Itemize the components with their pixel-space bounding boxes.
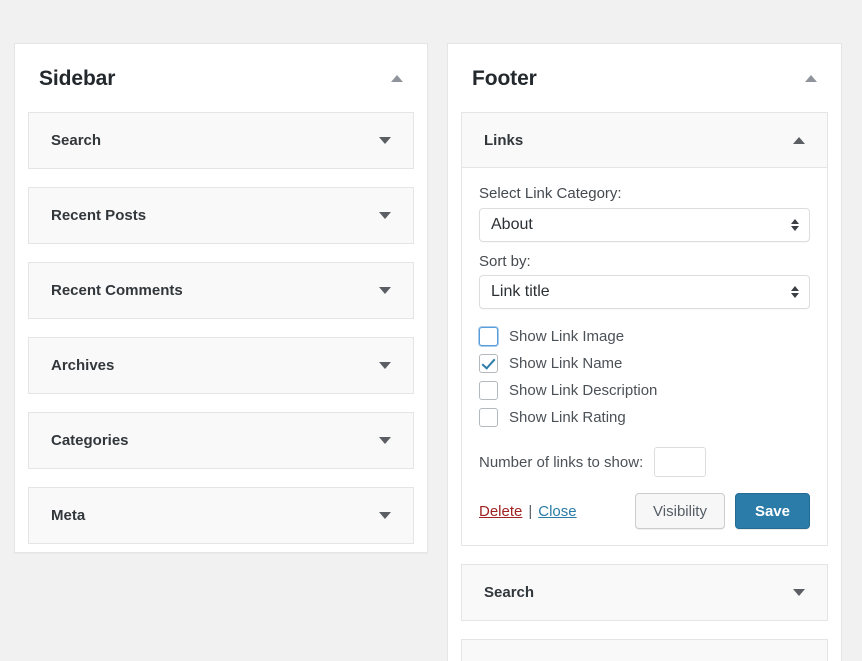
widget-title: Archives xyxy=(51,357,115,374)
footer-panel-title: Footer xyxy=(472,66,537,90)
widget-next-partial-header[interactable] xyxy=(462,640,827,661)
number-of-links-row: Number of links to show: xyxy=(479,447,810,477)
number-of-links-input[interactable] xyxy=(654,447,707,477)
checkbox-row-show-link-name[interactable]: Show Link Name xyxy=(479,350,810,377)
widget-title: Meta xyxy=(51,507,86,524)
sidebar-panel: Sidebar Search Recent Posts Recent Comme… xyxy=(14,43,428,553)
checkbox-row-show-link-image[interactable]: Show Link Image xyxy=(479,323,810,350)
chevron-down-icon[interactable] xyxy=(377,434,393,448)
checkbox-row-show-link-rating[interactable]: Show Link Rating xyxy=(479,404,810,431)
checkbox-show-link-name[interactable] xyxy=(479,354,498,373)
checkbox-row-show-link-description[interactable]: Show Link Description xyxy=(479,377,810,404)
widget-links: Links Select Link Category: About Sort b… xyxy=(461,112,828,546)
footer-panel-header[interactable]: Footer xyxy=(448,44,841,112)
widget-title: Recent Posts xyxy=(51,207,147,224)
sidebar-panel-title: Sidebar xyxy=(39,66,116,90)
widget-search[interactable]: Search xyxy=(28,112,414,169)
widget-search-header[interactable]: Search xyxy=(29,113,413,168)
close-link[interactable]: Close xyxy=(538,503,576,520)
number-of-links-label: Number of links to show: xyxy=(479,453,644,471)
chevron-up-icon[interactable] xyxy=(803,70,819,86)
select-link-category[interactable]: About xyxy=(479,207,810,242)
widget-recent-posts-header[interactable]: Recent Posts xyxy=(29,188,413,243)
widget-links-form: Select Link Category: About Sort by: Lin… xyxy=(462,168,827,545)
checkbox-label[interactable]: Show Link Name xyxy=(509,356,622,371)
chevron-down-icon[interactable] xyxy=(377,359,393,373)
widget-title: Links xyxy=(484,131,524,149)
sort-by-label: Sort by: xyxy=(479,252,531,270)
chevron-down-icon[interactable] xyxy=(377,134,393,148)
widget-footer-search-header[interactable]: Search xyxy=(462,565,827,620)
widget-categories[interactable]: Categories xyxy=(28,412,414,469)
chevron-up-icon[interactable] xyxy=(791,133,807,147)
sidebar-panel-header[interactable]: Sidebar xyxy=(15,44,427,112)
checkbox-label[interactable]: Show Link Description xyxy=(509,383,657,398)
link-display-options: Show Link Image Show Link Name Show Link… xyxy=(479,323,810,431)
checkbox-label[interactable]: Show Link Image xyxy=(509,329,624,344)
widget-next-partial[interactable] xyxy=(461,639,828,661)
select-link-category-value: About xyxy=(491,215,533,233)
action-separator: | xyxy=(528,502,533,520)
chevron-up-icon[interactable] xyxy=(389,70,405,86)
visibility-button[interactable]: Visibility xyxy=(635,493,725,529)
select-sort-by[interactable]: Link title xyxy=(479,275,810,309)
save-button[interactable]: Save xyxy=(734,493,810,529)
widgets-admin-screen: Sidebar Search Recent Posts Recent Comme… xyxy=(0,0,862,661)
chevron-down-icon[interactable] xyxy=(377,209,393,223)
widget-action-row: Delete | Close Visibility Save xyxy=(479,493,810,529)
checkbox-show-link-rating[interactable] xyxy=(479,408,498,427)
footer-widget-list: Links Select Link Category: About Sort b… xyxy=(448,112,841,661)
delete-link[interactable]: Delete xyxy=(479,503,522,520)
footer-panel: Footer Links Select Link Category: About xyxy=(447,43,842,661)
select-sort-by-value: Link title xyxy=(491,283,550,300)
widget-recent-posts[interactable]: Recent Posts xyxy=(28,187,414,244)
widget-archives[interactable]: Archives xyxy=(28,337,414,394)
select-stepper-icon xyxy=(791,286,799,298)
widget-meta-header[interactable]: Meta xyxy=(29,488,413,543)
widget-title: Search xyxy=(484,584,535,601)
select-stepper-icon xyxy=(791,218,799,231)
checkbox-show-link-description[interactable] xyxy=(479,381,498,400)
select-link-category-label: Select Link Category: xyxy=(479,185,622,202)
action-buttons: Visibility Save xyxy=(635,493,810,529)
chevron-down-icon[interactable] xyxy=(377,284,393,298)
widget-footer-search[interactable]: Search xyxy=(461,564,828,621)
widget-archives-header[interactable]: Archives xyxy=(29,338,413,393)
chevron-down-icon[interactable] xyxy=(791,586,807,600)
widget-title: Recent Comments xyxy=(51,282,183,299)
widget-recent-comments[interactable]: Recent Comments xyxy=(28,262,414,319)
widget-meta[interactable]: Meta xyxy=(28,487,414,544)
widget-title: Categories xyxy=(51,432,129,449)
widget-links-header[interactable]: Links xyxy=(462,113,827,168)
chevron-down-icon[interactable] xyxy=(377,509,393,523)
widget-recent-comments-header[interactable]: Recent Comments xyxy=(29,263,413,318)
widget-title: Search xyxy=(51,132,102,149)
checkbox-label[interactable]: Show Link Rating xyxy=(509,410,626,425)
checkbox-show-link-image[interactable] xyxy=(479,327,498,346)
sidebar-widget-list: Search Recent Posts Recent Comments Arch… xyxy=(15,112,427,557)
widget-categories-header[interactable]: Categories xyxy=(29,413,413,468)
